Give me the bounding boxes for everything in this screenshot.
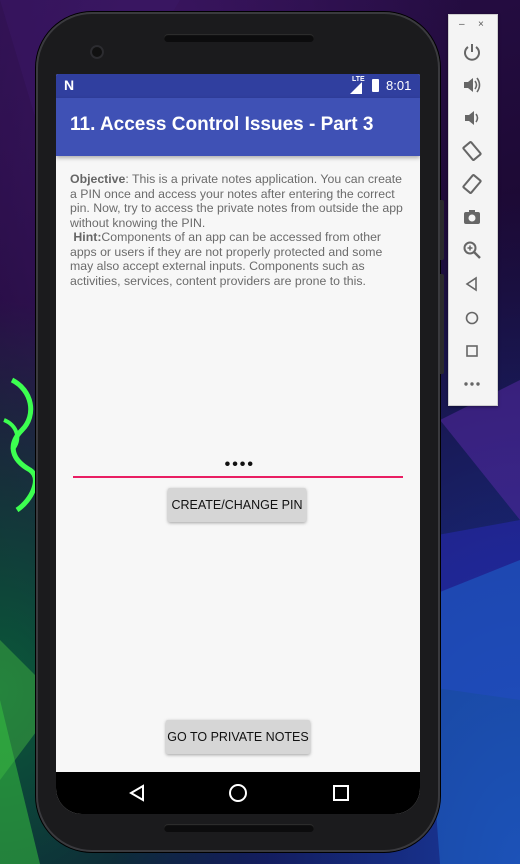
back-icon[interactable] xyxy=(461,273,483,295)
description-text: Objective: This is a private notes appli… xyxy=(70,172,404,288)
screen: N LTE 8:01 11. Access Control Issues - P… xyxy=(56,74,420,814)
volume-side-button xyxy=(440,274,444,374)
rotate-right-icon[interactable] xyxy=(461,173,483,195)
signal-icon xyxy=(350,82,362,94)
create-pin-button[interactable]: CREATE/CHANGE PIN xyxy=(168,488,306,522)
minimize-button[interactable]: – xyxy=(459,19,465,30)
pin-value: •••• xyxy=(224,456,255,473)
nav-back-icon[interactable] xyxy=(128,784,146,802)
navigation-bar xyxy=(56,772,420,814)
page-title: 11. Access Control Issues - Part 3 xyxy=(70,114,374,135)
volume-up-icon[interactable] xyxy=(461,74,483,96)
objective-label: Objective xyxy=(70,172,126,186)
close-button[interactable]: × xyxy=(478,19,484,30)
more-icon[interactable] xyxy=(461,373,483,395)
pin-input[interactable]: •••• xyxy=(73,454,403,478)
lte-label: LTE xyxy=(352,76,365,83)
hint-label: Hint: xyxy=(73,230,102,244)
power-side-button xyxy=(440,200,444,260)
camera-icon[interactable] xyxy=(461,206,483,228)
power-icon[interactable] xyxy=(461,41,483,63)
front-camera xyxy=(90,45,104,59)
pin-underline xyxy=(73,476,403,478)
zoom-icon[interactable] xyxy=(461,239,483,261)
app-bar: 11. Access Control Issues - Part 3 xyxy=(56,98,420,156)
go-to-private-notes-button[interactable]: GO TO PRIVATE NOTES xyxy=(166,720,310,754)
nav-overview-icon[interactable] xyxy=(333,785,349,801)
volume-down-icon[interactable] xyxy=(461,107,483,129)
clock: 8:01 xyxy=(386,78,412,93)
notification-icon: N xyxy=(64,77,75,93)
battery-icon xyxy=(372,79,379,92)
nav-home-icon[interactable] xyxy=(228,783,248,803)
emulator-toolbar: – × xyxy=(448,14,498,406)
top-speaker xyxy=(164,34,314,42)
overview-icon[interactable] xyxy=(461,340,483,362)
status-bar: N LTE 8:01 xyxy=(56,74,420,98)
phone-frame: N LTE 8:01 11. Access Control Issues - P… xyxy=(36,12,444,852)
hint-text: Components of an app can be accessed fro… xyxy=(70,230,383,288)
rotate-left-icon[interactable] xyxy=(461,140,483,162)
bottom-speaker xyxy=(164,824,314,832)
home-icon[interactable] xyxy=(461,307,483,329)
